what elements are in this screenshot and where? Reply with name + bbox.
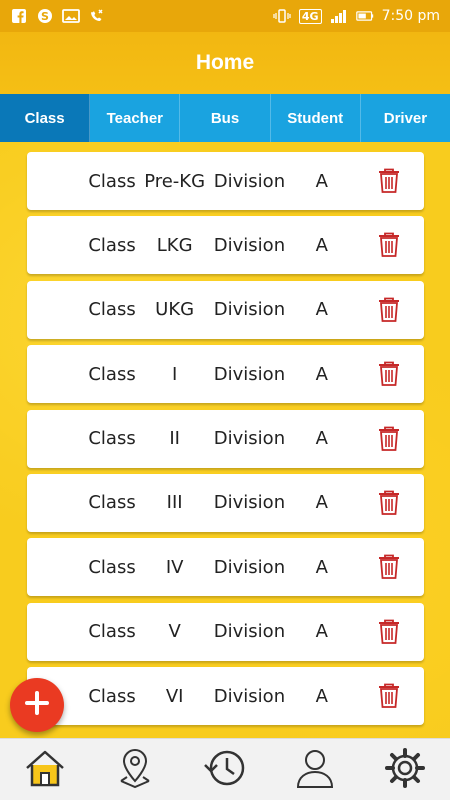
class-label: Class [88, 170, 136, 192]
nav-profile-button[interactable] [290, 745, 340, 795]
image-icon [62, 7, 80, 25]
division-label: Division [213, 492, 286, 514]
nav-location-button[interactable] [110, 745, 160, 795]
delete-icon[interactable] [354, 168, 424, 194]
profile-icon [295, 747, 335, 793]
nav-settings-button[interactable] [380, 745, 430, 795]
nav-home-button[interactable] [20, 745, 70, 795]
class-name: I [171, 363, 178, 385]
list-item[interactable]: Class LKG Division A [27, 216, 424, 275]
delete-icon[interactable] [354, 426, 424, 452]
list-item[interactable]: Class V Division A [27, 602, 424, 661]
list-item[interactable]: Class UKG Division A [27, 280, 424, 339]
signal-icon [330, 7, 348, 25]
delete-icon[interactable] [354, 619, 424, 645]
class-label: Class [88, 556, 136, 578]
list-item[interactable]: Class IV Division A [27, 538, 424, 597]
list-item[interactable]: Class III Division A [27, 473, 424, 532]
tab-class[interactable]: Class [0, 94, 91, 142]
network-4g-icon: 4G [298, 8, 322, 24]
class-name: III [166, 492, 183, 514]
division-value: A [315, 234, 328, 256]
content-area: Class Pre-KG Division A Class LKG Divisi… [0, 142, 450, 738]
division-value: A [315, 170, 328, 192]
tab-bus[interactable]: Bus [180, 94, 271, 142]
delete-icon[interactable] [354, 232, 424, 258]
tab-label: Student [287, 109, 344, 127]
class-name: LKG [156, 234, 193, 256]
skype-icon: S [36, 7, 54, 25]
class-name: IV [165, 556, 184, 578]
class-label: Class [88, 363, 136, 385]
division-value: A [315, 556, 328, 578]
tab-bar: Class Teacher Bus Student Driver [0, 94, 450, 142]
delete-icon[interactable] [354, 554, 424, 580]
svg-text:S: S [41, 10, 49, 23]
class-name: VI [165, 685, 184, 707]
division-label: Division [213, 234, 286, 256]
page-title: Home [195, 51, 255, 74]
delete-icon[interactable] [354, 297, 424, 323]
division-value: A [315, 363, 328, 385]
class-name: UKG [155, 299, 195, 321]
delete-icon[interactable] [354, 490, 424, 516]
division-label: Division [213, 363, 286, 385]
class-label: Class [88, 492, 136, 514]
app-header: Home [0, 32, 450, 94]
settings-gear-icon [384, 747, 426, 793]
list-item[interactable]: Class VI Division A [27, 667, 424, 726]
tab-label: Driver [383, 109, 428, 127]
class-list: Class Pre-KG Division A Class LKG Divisi… [27, 152, 424, 732]
class-name: II [169, 428, 180, 450]
list-item[interactable]: Class II Division A [27, 409, 424, 468]
missed-call-icon [88, 7, 106, 25]
class-label: Class [88, 621, 136, 643]
class-label: Class [88, 428, 136, 450]
class-label: Class [88, 234, 136, 256]
facebook-icon [10, 7, 28, 25]
status-right: 4G 7:50 pm [273, 7, 440, 25]
division-label: Division [213, 685, 286, 707]
list-item[interactable]: Class I Division A [27, 345, 424, 404]
tab-label: Bus [210, 109, 240, 127]
list-item[interactable]: Class Pre-KG Division A [27, 152, 424, 210]
status-left: S [10, 7, 106, 25]
class-name: Pre-KG [144, 170, 206, 192]
division-label: Division [213, 621, 286, 643]
add-class-button[interactable] [10, 678, 64, 732]
status-bar: S 4G 7:50 pm [0, 0, 450, 32]
division-value: A [315, 492, 328, 514]
division-value: A [315, 428, 328, 450]
delete-icon[interactable] [354, 361, 424, 387]
division-value: A [315, 621, 328, 643]
class-name: V [168, 621, 181, 643]
tab-label: Class [24, 109, 65, 127]
division-label: Division [213, 299, 286, 321]
vibrate-icon [273, 7, 291, 25]
nav-history-button[interactable] [200, 745, 250, 795]
plus-icon [24, 690, 50, 720]
tab-driver[interactable]: Driver [361, 94, 450, 142]
battery-icon [355, 7, 374, 25]
division-label: Division [213, 556, 286, 578]
division-value: A [315, 299, 328, 321]
tab-teacher[interactable]: Teacher [90, 94, 181, 142]
bottom-nav [0, 738, 450, 800]
home-icon [24, 748, 66, 792]
location-pin-icon [117, 747, 153, 793]
division-label: Division [213, 428, 286, 450]
division-value: A [315, 685, 328, 707]
history-icon [203, 747, 247, 793]
class-label: Class [88, 299, 136, 321]
tab-label: Teacher [106, 109, 164, 127]
tab-student[interactable]: Student [271, 94, 361, 142]
division-label: Division [213, 170, 286, 192]
status-time: 7:50 pm [381, 8, 440, 24]
delete-icon[interactable] [354, 683, 424, 709]
